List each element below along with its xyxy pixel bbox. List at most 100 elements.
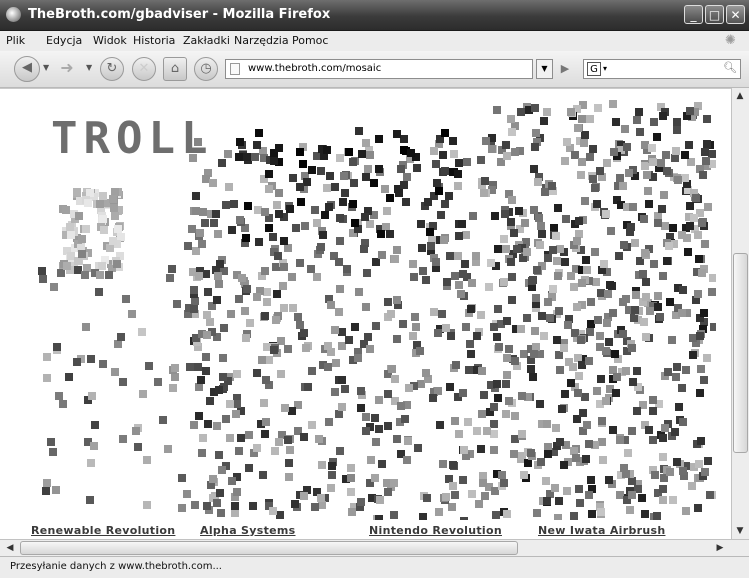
url-text[interactable]: www.thebroth.com/mosaic (248, 63, 381, 74)
url-history-dropdown[interactable]: ▼ (536, 59, 553, 79)
mosaic-tile (383, 207, 391, 215)
search-bar[interactable]: G ▾ 🔍︎ (583, 59, 741, 79)
mosaic-tile (648, 144, 656, 152)
address-bar[interactable]: www.thebroth.com/mosaic (225, 59, 533, 79)
mosaic-tile (265, 356, 273, 364)
menu-narzedzia[interactable]: Narzędzia (234, 34, 289, 47)
home-icon[interactable]: ⌂ (163, 57, 187, 81)
mosaic-tile (233, 400, 241, 408)
mosaic-tile (362, 173, 370, 181)
menu-zakladki[interactable]: Zakładki (183, 34, 230, 47)
mosaic-tile (609, 366, 617, 374)
mosaic-tile (291, 500, 299, 508)
history-icon[interactable]: ◷ (194, 57, 218, 81)
mosaic-tile (449, 482, 457, 490)
horizontal-scrollbar[interactable]: ◀ ▶ (0, 539, 749, 556)
mosaic-tile (536, 241, 544, 249)
close-button[interactable]: ✕ (726, 5, 745, 24)
mosaic-tile (361, 213, 369, 221)
mosaic-tile (493, 380, 501, 388)
mosaic-tile (367, 456, 375, 464)
mosaic-tile (277, 337, 285, 345)
scroll-up-icon[interactable]: ▲ (732, 88, 748, 104)
mosaic-tile (518, 392, 526, 400)
forward-dropdown-icon[interactable]: ▼ (86, 63, 92, 72)
mosaic-tile (403, 173, 411, 181)
mosaic-tile (323, 146, 331, 154)
mosaic-tile (183, 490, 191, 498)
menu-pomoc[interactable]: Pomoc (292, 34, 328, 47)
mosaic-tile (439, 460, 447, 468)
mosaic-tile (701, 468, 709, 476)
mosaic-tile (206, 397, 214, 405)
google-icon[interactable]: G (587, 62, 601, 76)
mosaic-tile (529, 373, 537, 381)
mosaic-tile (393, 296, 401, 304)
title-bar[interactable]: TheBroth.com/gbadviser - Mozilla Firefox… (0, 0, 749, 31)
horizontal-scroll-thumb[interactable] (20, 541, 518, 555)
mosaic-tile (99, 192, 107, 200)
mosaic-tile (674, 176, 682, 184)
mosaic-tile (597, 375, 605, 383)
mosaic-tile (481, 177, 489, 185)
link-new-iwata-airbrush[interactable]: New Iwata Airbrush (538, 524, 665, 537)
maximize-button[interactable]: □ (705, 5, 724, 24)
mosaic-tile (414, 444, 422, 452)
mosaic-tile (459, 476, 467, 484)
mosaic-tile (436, 421, 444, 429)
mosaic-tile (269, 507, 277, 515)
menu-plik[interactable]: Plik (6, 34, 25, 47)
mosaic-tile (580, 139, 588, 147)
mosaic-tile (67, 252, 75, 260)
menu-edycja[interactable]: Edycja (46, 34, 82, 47)
mosaic-tile (273, 201, 281, 209)
link-nintendo-revolution[interactable]: Nintendo Revolution (369, 524, 502, 537)
mosaic-tile (196, 229, 204, 237)
mosaic-tile (386, 194, 394, 202)
mosaic-tile (589, 145, 597, 153)
go-arrow-icon[interactable]: ▶ (556, 59, 574, 79)
mosaic-tile (43, 374, 51, 382)
forward-icon[interactable]: ➜ (55, 57, 79, 81)
mosaic-tile (645, 200, 653, 208)
mosaic-tile (505, 397, 513, 405)
mosaic-tile (661, 222, 669, 230)
scroll-left-icon[interactable]: ◀ (2, 540, 18, 556)
vertical-scrollbar[interactable]: ▲ ▼ (731, 88, 749, 539)
mosaic-tile (307, 265, 315, 273)
link-renewable-revolution[interactable]: Renewable Revolution (31, 524, 175, 537)
mosaic-tile (462, 323, 470, 331)
mosaic-tile (188, 225, 196, 233)
search-engine-dropdown-icon[interactable]: ▾ (603, 64, 607, 73)
mosaic-tile (220, 324, 228, 332)
back-icon[interactable]: ◀ (14, 56, 40, 82)
mosaic-tile (472, 252, 480, 260)
mosaic-tile (110, 204, 118, 212)
minimize-button[interactable]: _ (684, 5, 703, 24)
mosaic-tile (706, 491, 714, 499)
vertical-scroll-thumb[interactable] (733, 253, 748, 453)
mosaic-tile (95, 288, 103, 296)
mosaic-tile (407, 149, 415, 157)
mosaic-tile (605, 476, 613, 484)
mosaic-tile (540, 117, 548, 125)
mosaic-tile (681, 174, 689, 182)
mosaic-tile (417, 380, 425, 388)
menu-widok[interactable]: Widok (93, 34, 127, 47)
search-icon[interactable]: 🔍︎ (722, 61, 738, 77)
reload-icon[interactable]: ↻ (100, 57, 124, 81)
back-dropdown-icon[interactable]: ▼ (43, 63, 49, 72)
stop-icon[interactable]: ✕ (132, 57, 156, 81)
mosaic-tile (583, 421, 591, 429)
mosaic-tile (222, 201, 230, 209)
mosaic-tile (487, 259, 495, 267)
link-alpha-systems[interactable]: Alpha Systems (200, 524, 296, 537)
scroll-down-icon[interactable]: ▼ (732, 523, 748, 539)
mosaic-tile (609, 309, 617, 317)
mosaic-tile (621, 125, 629, 133)
menu-historia[interactable]: Historia (133, 34, 175, 47)
scroll-right-icon[interactable]: ▶ (712, 540, 728, 556)
mosaic-tile (275, 210, 283, 218)
mosaic-tile (556, 245, 564, 253)
mosaic-tile (477, 445, 485, 453)
